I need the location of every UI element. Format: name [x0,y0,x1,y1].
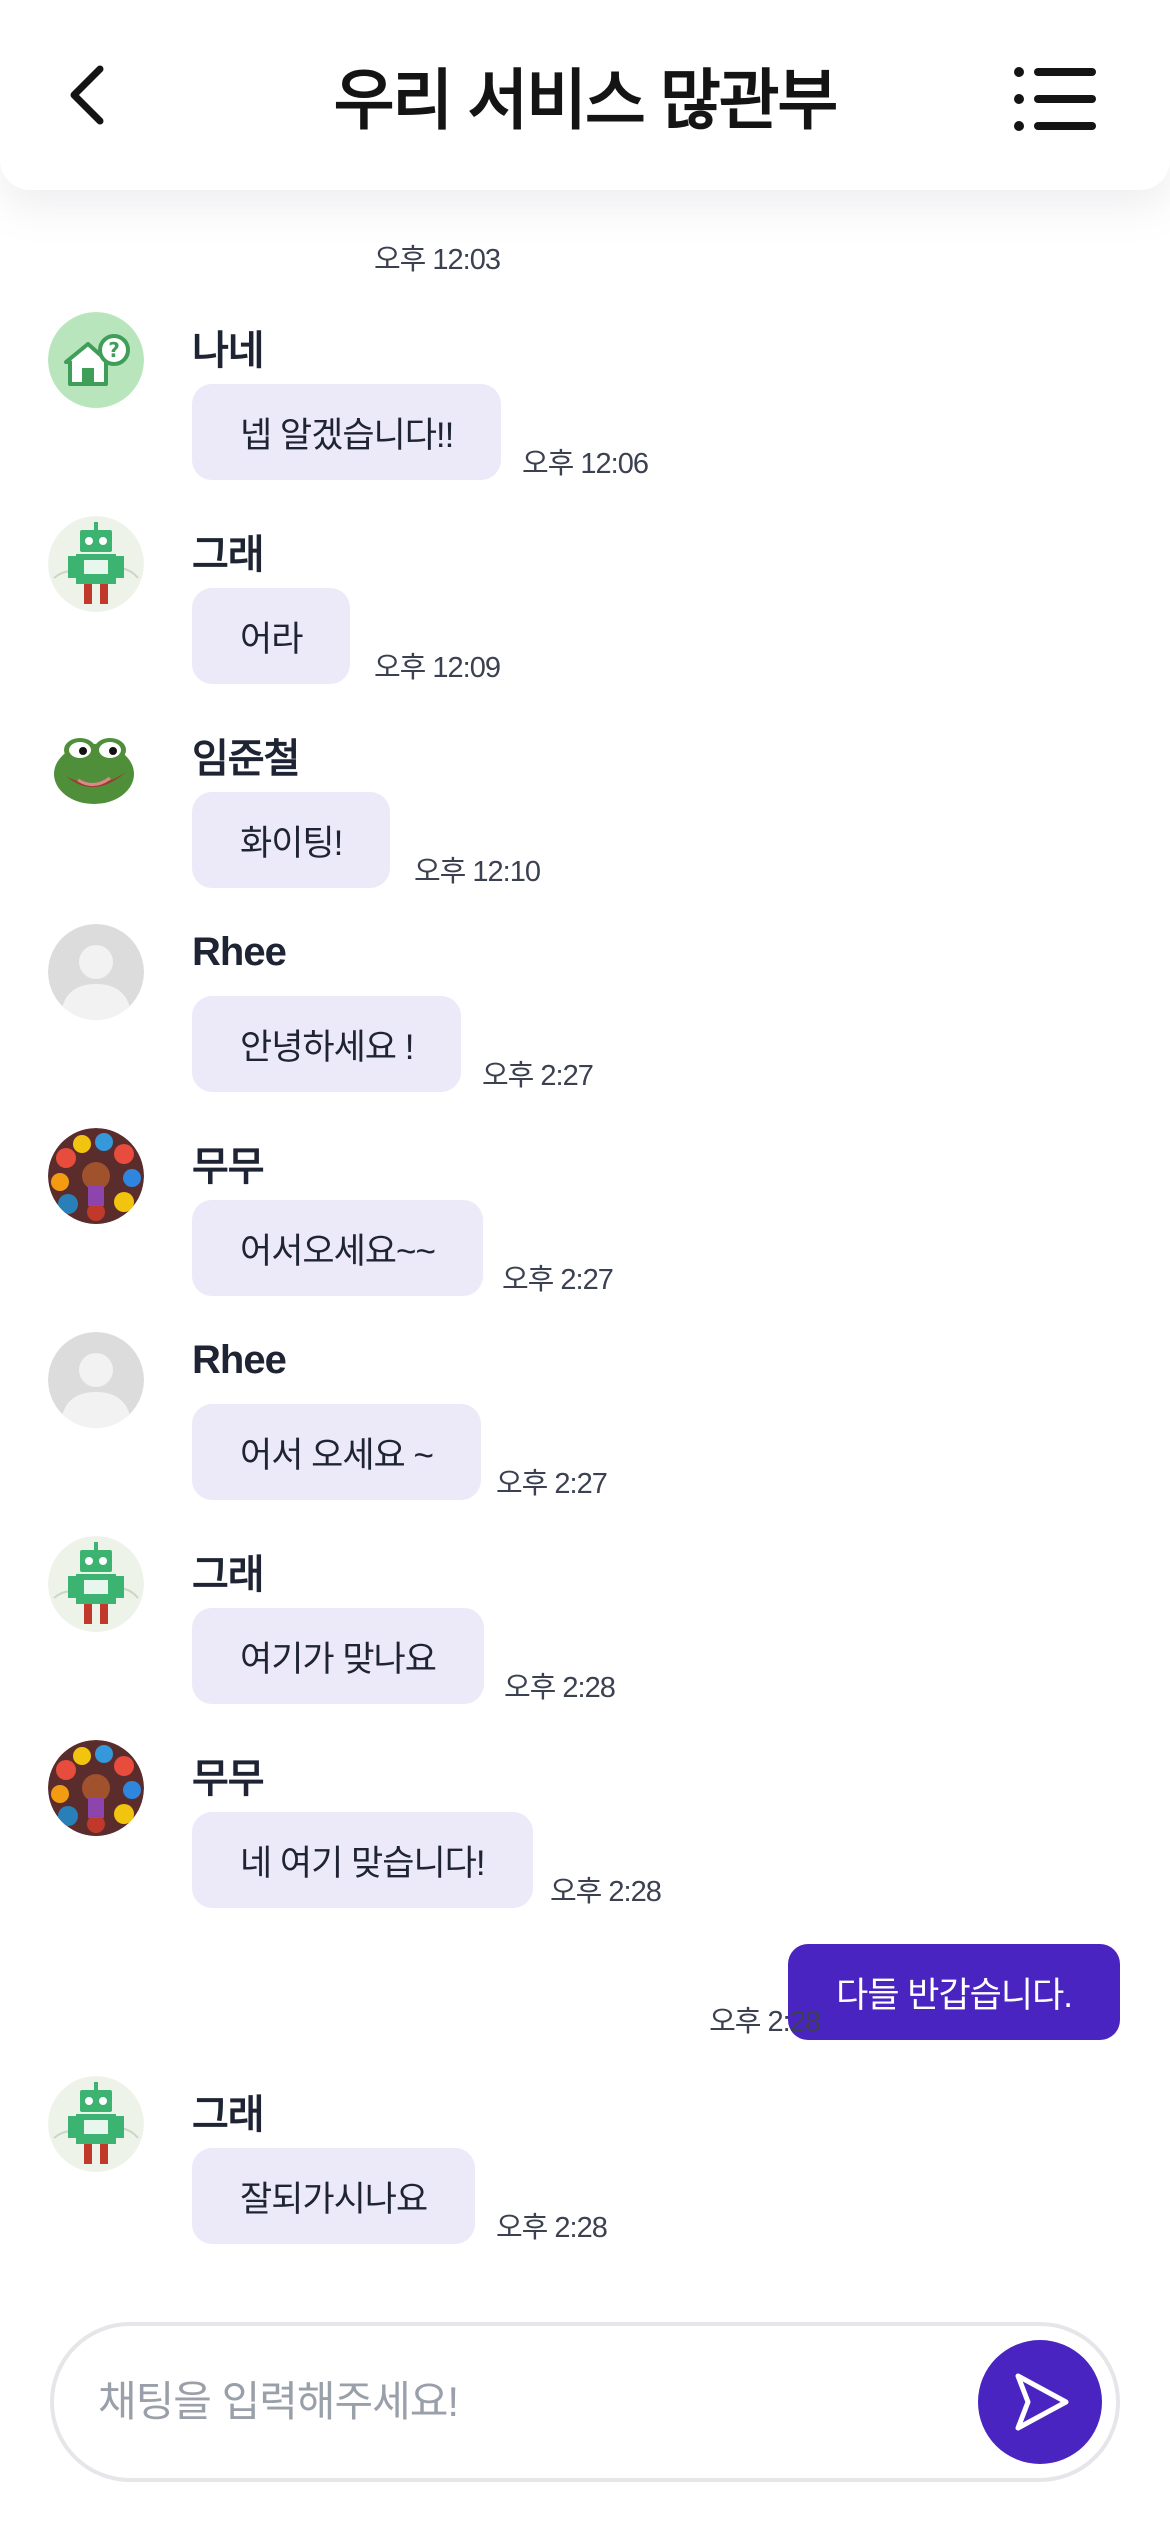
message-text: 잘되가시나요 [240,2179,428,2219]
sender-name: 그래 [192,533,265,577]
colorful-avatar-icon [48,1740,144,1836]
message-time: 오후 2:28 [504,1672,616,1704]
avatar[interactable] [48,1332,144,1428]
avatar[interactable] [48,1536,144,1632]
message-time: 오후 12:09 [374,652,501,684]
avatar[interactable] [48,924,144,1020]
sender-name: 그래 [192,2093,265,2137]
message-bubble: 네 여기 맞습니다! [192,1812,533,1908]
message-time: 오후 2:28 [709,2006,821,2038]
sender-name: Rhee [192,1338,287,1382]
robot-avatar-icon [48,1536,144,1632]
chat-input[interactable] [98,2378,918,2426]
default-avatar-icon [48,1332,144,1428]
avatar[interactable] [48,2076,144,2172]
avatar[interactable] [48,516,144,612]
message-bubble: 여기가 맞나요 [192,1608,484,1704]
header-bar: 우리 서비스 많관부 [0,0,1170,190]
sender-name: 무무 [192,1145,265,1189]
sender-name: 임준철 [192,737,300,781]
message-text: 네 여기 맞습니다! [240,1843,486,1883]
message-time: 오후 12:06 [522,448,649,480]
my-message-bubble: 다들 반갑습니다. [788,1944,1120,2040]
message-bubble: 화이팅! [192,792,391,888]
avatar[interactable] [48,1128,144,1224]
chevron-left-icon [70,65,104,125]
message-time: 오후 12:10 [414,856,541,888]
avatar[interactable] [48,720,144,816]
message-text: 넵 알겠습니다!! [240,415,454,455]
message-text: 안녕하세요 ! [240,1027,414,1067]
message-text: 어라 [240,619,303,659]
message-bubble: 넵 알겠습니다!! [192,384,502,480]
message-text: 다들 반갑습니다. [836,1975,1073,2015]
message-time: 오후 2:27 [502,1264,614,1296]
send-button[interactable] [978,2340,1102,2464]
message-time: 오후 2:28 [550,1876,662,1908]
svg-text:?: ? [108,338,120,362]
message-bubble: 어라 [192,588,351,684]
message-bubble: 잘되가시나요 [192,2148,476,2244]
avatar[interactable]: ? [48,312,144,408]
message-text: 여기가 맞나요 [240,1639,437,1679]
chat-screen: ㅠㅠ 오후 12:03 ? 나네 넵 알겠습니다!! 오후 12:06 [0,0,1170,2532]
message-text: 화이팅! [240,823,343,863]
default-avatar-icon [48,924,144,1020]
message-list[interactable]: ㅠㅠ 오후 12:03 ? 나네 넵 알겠습니다!! 오후 12:06 [0,0,1170,2300]
list-menu-icon [1014,67,1096,131]
menu-button[interactable] [1014,66,1098,132]
send-icon [1015,2373,1069,2431]
page-title: 우리 서비스 많관부 [333,63,838,137]
sender-name: 무무 [192,1757,265,1801]
avatar[interactable] [48,1740,144,1836]
message-bubble: 안녕하세요 ! [192,996,462,1092]
message-time: 오후 2:27 [482,1060,594,1092]
house-question-avatar-icon: ? [48,312,144,408]
back-button[interactable] [56,58,116,132]
colorful-avatar-icon [48,1128,144,1224]
message-text: 어서오세요~~ [240,1231,436,1271]
message-time: 오후 2:27 [496,1468,608,1500]
message-bubble: 어서 오세요 ~ [192,1404,481,1500]
robot-avatar-icon [48,2076,144,2172]
frog-avatar-icon [48,720,144,816]
sender-name: 나네 [192,329,265,373]
message-text: 어서 오세요 ~ [240,1435,434,1475]
message-bubble: 어서오세요~~ [192,1200,483,1296]
message-time: 오후 2:28 [496,2212,608,2244]
robot-avatar-icon [48,516,144,612]
message-time: 오후 12:03 [374,244,501,276]
chat-input-bar [50,2322,1120,2482]
sender-name: 그래 [192,1553,265,1597]
sender-name: Rhee [192,930,287,974]
